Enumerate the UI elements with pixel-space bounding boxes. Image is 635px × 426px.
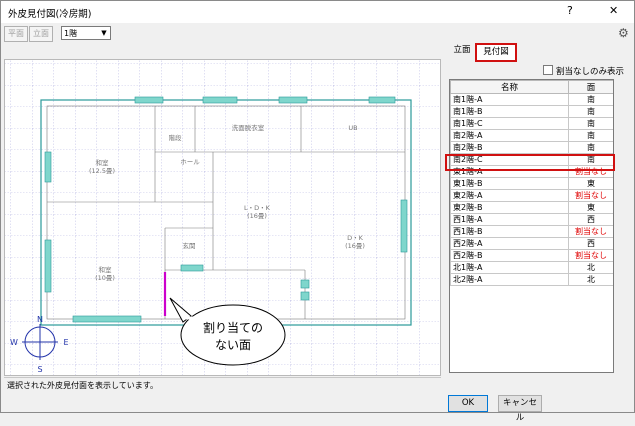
chevron-down-icon: ▼ [101,29,107,37]
floor-plan-canvas[interactable]: 和室 (12.5畳) 階段 洗面脱衣室 UB ホール L・D・K (16畳) D… [4,59,441,376]
row-face-cell: 東 [568,201,613,214]
table-row[interactable]: 西1階-B 割当なし [450,225,613,238]
row-name-cell: 南2階-C [450,153,569,166]
table-row[interactable]: 東2階-A 割当なし [450,189,613,202]
row-name-cell: 西1階-A [450,213,569,226]
room-label: UB [348,124,357,132]
row-name-cell: 西2階-B [450,249,569,262]
compass-s: S [37,365,42,374]
row-face-cell: 割当なし [568,225,613,238]
unassigned-only-filter[interactable]: 割当なしのみ表示 [543,65,624,77]
status-bar: 選択された外皮見付面を表示しています。 [4,377,441,391]
row-face-cell: 北 [568,273,613,286]
floor-select[interactable]: 1階 ▼ [61,26,111,40]
table-row[interactable]: 東1階-A 割当なし [450,165,613,178]
table-row[interactable]: 南1階-C 南 [450,117,613,130]
table-row[interactable]: 東2階-B 東 [450,201,613,214]
callout-line2: ない面 [215,338,251,352]
row-name-cell: 東2階-A [450,189,569,202]
callout-line1: 割り当ての [203,320,263,335]
row-face-cell: 南 [568,105,613,118]
room-sub-label: (10畳) [95,274,115,282]
room-sub-label: (12.5畳) [89,167,115,175]
row-name-cell: 北1階-A [450,261,569,274]
table-row[interactable]: 南2階-B 南 [450,141,613,154]
room-label: 階段 [169,133,183,142]
table-header-row: 名称 面 [450,80,613,94]
table-row[interactable]: 西2階-A 西 [450,237,613,250]
table-row[interactable]: 南1階-B 南 [450,105,613,118]
row-face-cell: 割当なし [568,165,613,178]
ok-button[interactable]: OK [448,395,488,412]
row-name-cell: 南1階-C [450,117,569,130]
column-header-face[interactable]: 面 [568,80,613,94]
table-row[interactable]: 西1階-A 西 [450,213,613,226]
row-face-cell: 西 [568,213,613,226]
plan-view-button[interactable]: 平面 [4,26,28,42]
row-face-cell: 南 [568,141,613,154]
room-label: 和室 [99,265,113,274]
room-label: D・K [347,234,364,242]
table-row[interactable]: 北1階-A 北 [450,261,613,274]
row-face-cell: 南 [568,153,613,166]
table-row[interactable]: 南2階-C 南 [450,153,613,166]
close-button[interactable]: ✕ [609,4,618,17]
gear-icon[interactable]: ⚙ [618,26,629,40]
row-name-cell: 南1階-B [450,105,569,118]
row-name-cell: 北2階-A [450,273,569,286]
row-name-cell: 南2階-B [450,141,569,154]
row-face-cell: 割当なし [568,249,613,262]
table-row[interactable]: 北2階-A 北 [450,273,613,286]
surface-list[interactable]: 名称 面 南1階-A 南南1階-B 南南1階-C 南南2階-A 南南2階-B 南南2階-C… [449,79,614,373]
cancel-button[interactable]: キャンセル [498,395,542,423]
table-row[interactable]: 東1階-B 東 [450,177,613,190]
filter-label: 割当なしのみ表示 [556,67,625,77]
vertical-scrollbar[interactable] [617,79,631,373]
compass-n: N [37,315,43,324]
room-label: ホール [180,158,200,166]
row-face-cell: 南 [568,129,613,142]
row-face-cell: 割当なし [568,189,613,202]
title-bar: 外皮見付図(冷房期) ? ✕ [1,1,634,23]
row-name-cell: 東1階-B [450,177,569,190]
compass-e: E [63,338,68,347]
row-name-cell: 南1階-A [450,93,569,106]
checkbox-icon[interactable] [543,65,553,75]
row-face-cell: 北 [568,261,613,274]
row-face-cell: 東 [568,177,613,190]
room-label: L・D・K [244,204,271,212]
row-face-cell: 南 [568,93,613,106]
dialog-window: 外皮見付図(冷房期) ? ✕ 平面 立面 1階 ▼ 和室 (12.5畳) 階段 … [0,0,635,423]
column-header-name[interactable]: 名称 [450,80,569,94]
room-label: 玄関 [183,241,196,250]
row-face-cell: 南 [568,117,613,130]
table-row[interactable]: 南2階-A 南 [450,129,613,142]
tab-exposure-diagram[interactable]: 見付図 [475,43,517,62]
compass-w: W [10,338,18,347]
room-label: 洗面脱衣室 [232,123,265,132]
room-label: 和室 [96,158,110,167]
row-face-cell: 西 [568,237,613,250]
tab-elevation[interactable]: 立面 [451,43,473,58]
row-name-cell: 西2階-A [450,237,569,250]
row-name-cell: 東2階-B [450,201,569,214]
row-name-cell: 東1階-A [450,165,569,178]
row-name-cell: 南2階-A [450,129,569,142]
table-row[interactable]: 西2階-B 割当なし [450,249,613,262]
floor-plan-drawing: 和室 (12.5畳) 階段 洗面脱衣室 UB ホール L・D・K (16畳) D… [5,60,440,375]
window-title: 外皮見付図(冷房期) [8,9,92,20]
room-sub-label: (16畳) [345,242,365,250]
help-button[interactable]: ? [567,4,573,17]
floor-select-value: 1階 [64,29,78,38]
room-sub-label: (16畳) [247,212,267,220]
status-text: 選択された外皮見付面を表示しています。 [7,381,158,390]
row-name-cell: 西1階-B [450,225,569,238]
elevation-view-button[interactable]: 立面 [29,26,53,42]
table-row[interactable]: 南1階-A 南 [450,93,613,106]
